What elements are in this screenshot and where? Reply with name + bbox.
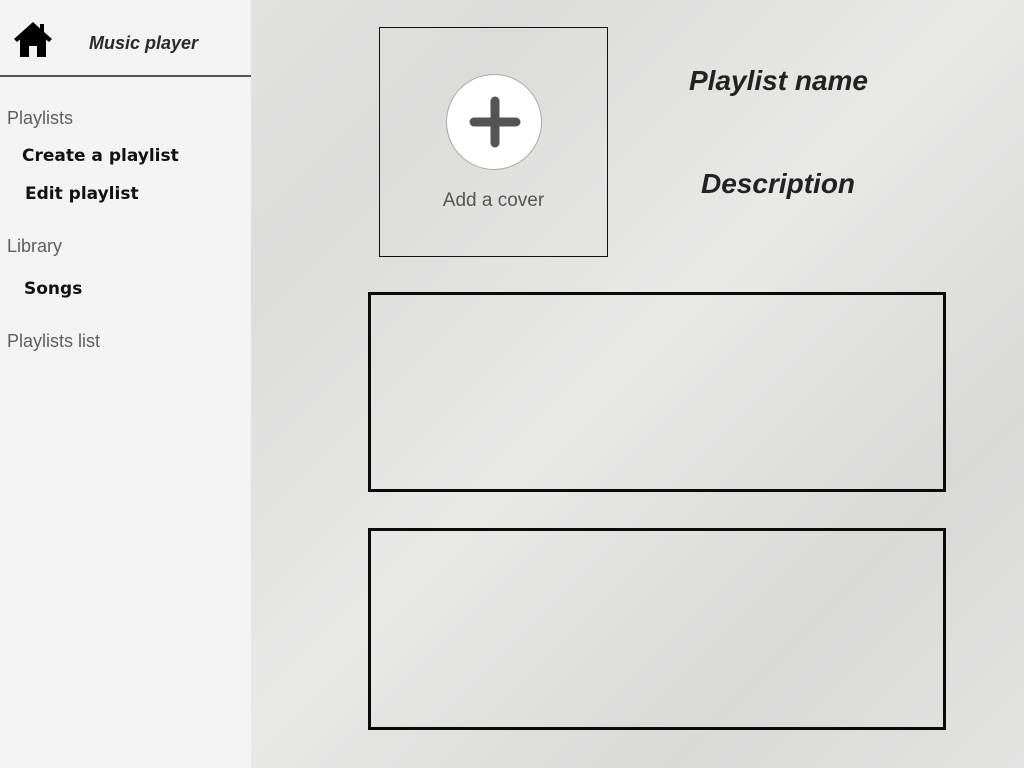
content-panel-top [368, 292, 946, 492]
app-title: Music player [89, 33, 199, 53]
sidebar-item-songs[interactable]: Songs [24, 279, 82, 299]
home-icon[interactable] [13, 20, 53, 58]
add-cover-area[interactable]: Add a cover [379, 27, 608, 257]
section-playlists-list[interactable]: Playlists list [7, 331, 100, 352]
description-field[interactable]: Description [701, 168, 855, 200]
playlist-name-field[interactable]: Playlist name [689, 65, 868, 97]
add-cover-button[interactable] [446, 74, 542, 170]
plus-icon [469, 96, 521, 148]
section-playlists[interactable]: Playlists [7, 108, 73, 129]
sidebar: Music player Playlists Create a playlist… [0, 0, 251, 768]
section-library[interactable]: Library [7, 236, 62, 257]
content-panel-bottom [368, 528, 946, 730]
sidebar-item-create-playlist[interactable]: Create a playlist [22, 146, 179, 166]
sidebar-item-edit-playlist[interactable]: Edit playlist [25, 184, 139, 204]
divider [0, 75, 251, 77]
add-cover-label: Add a cover [442, 190, 545, 211]
